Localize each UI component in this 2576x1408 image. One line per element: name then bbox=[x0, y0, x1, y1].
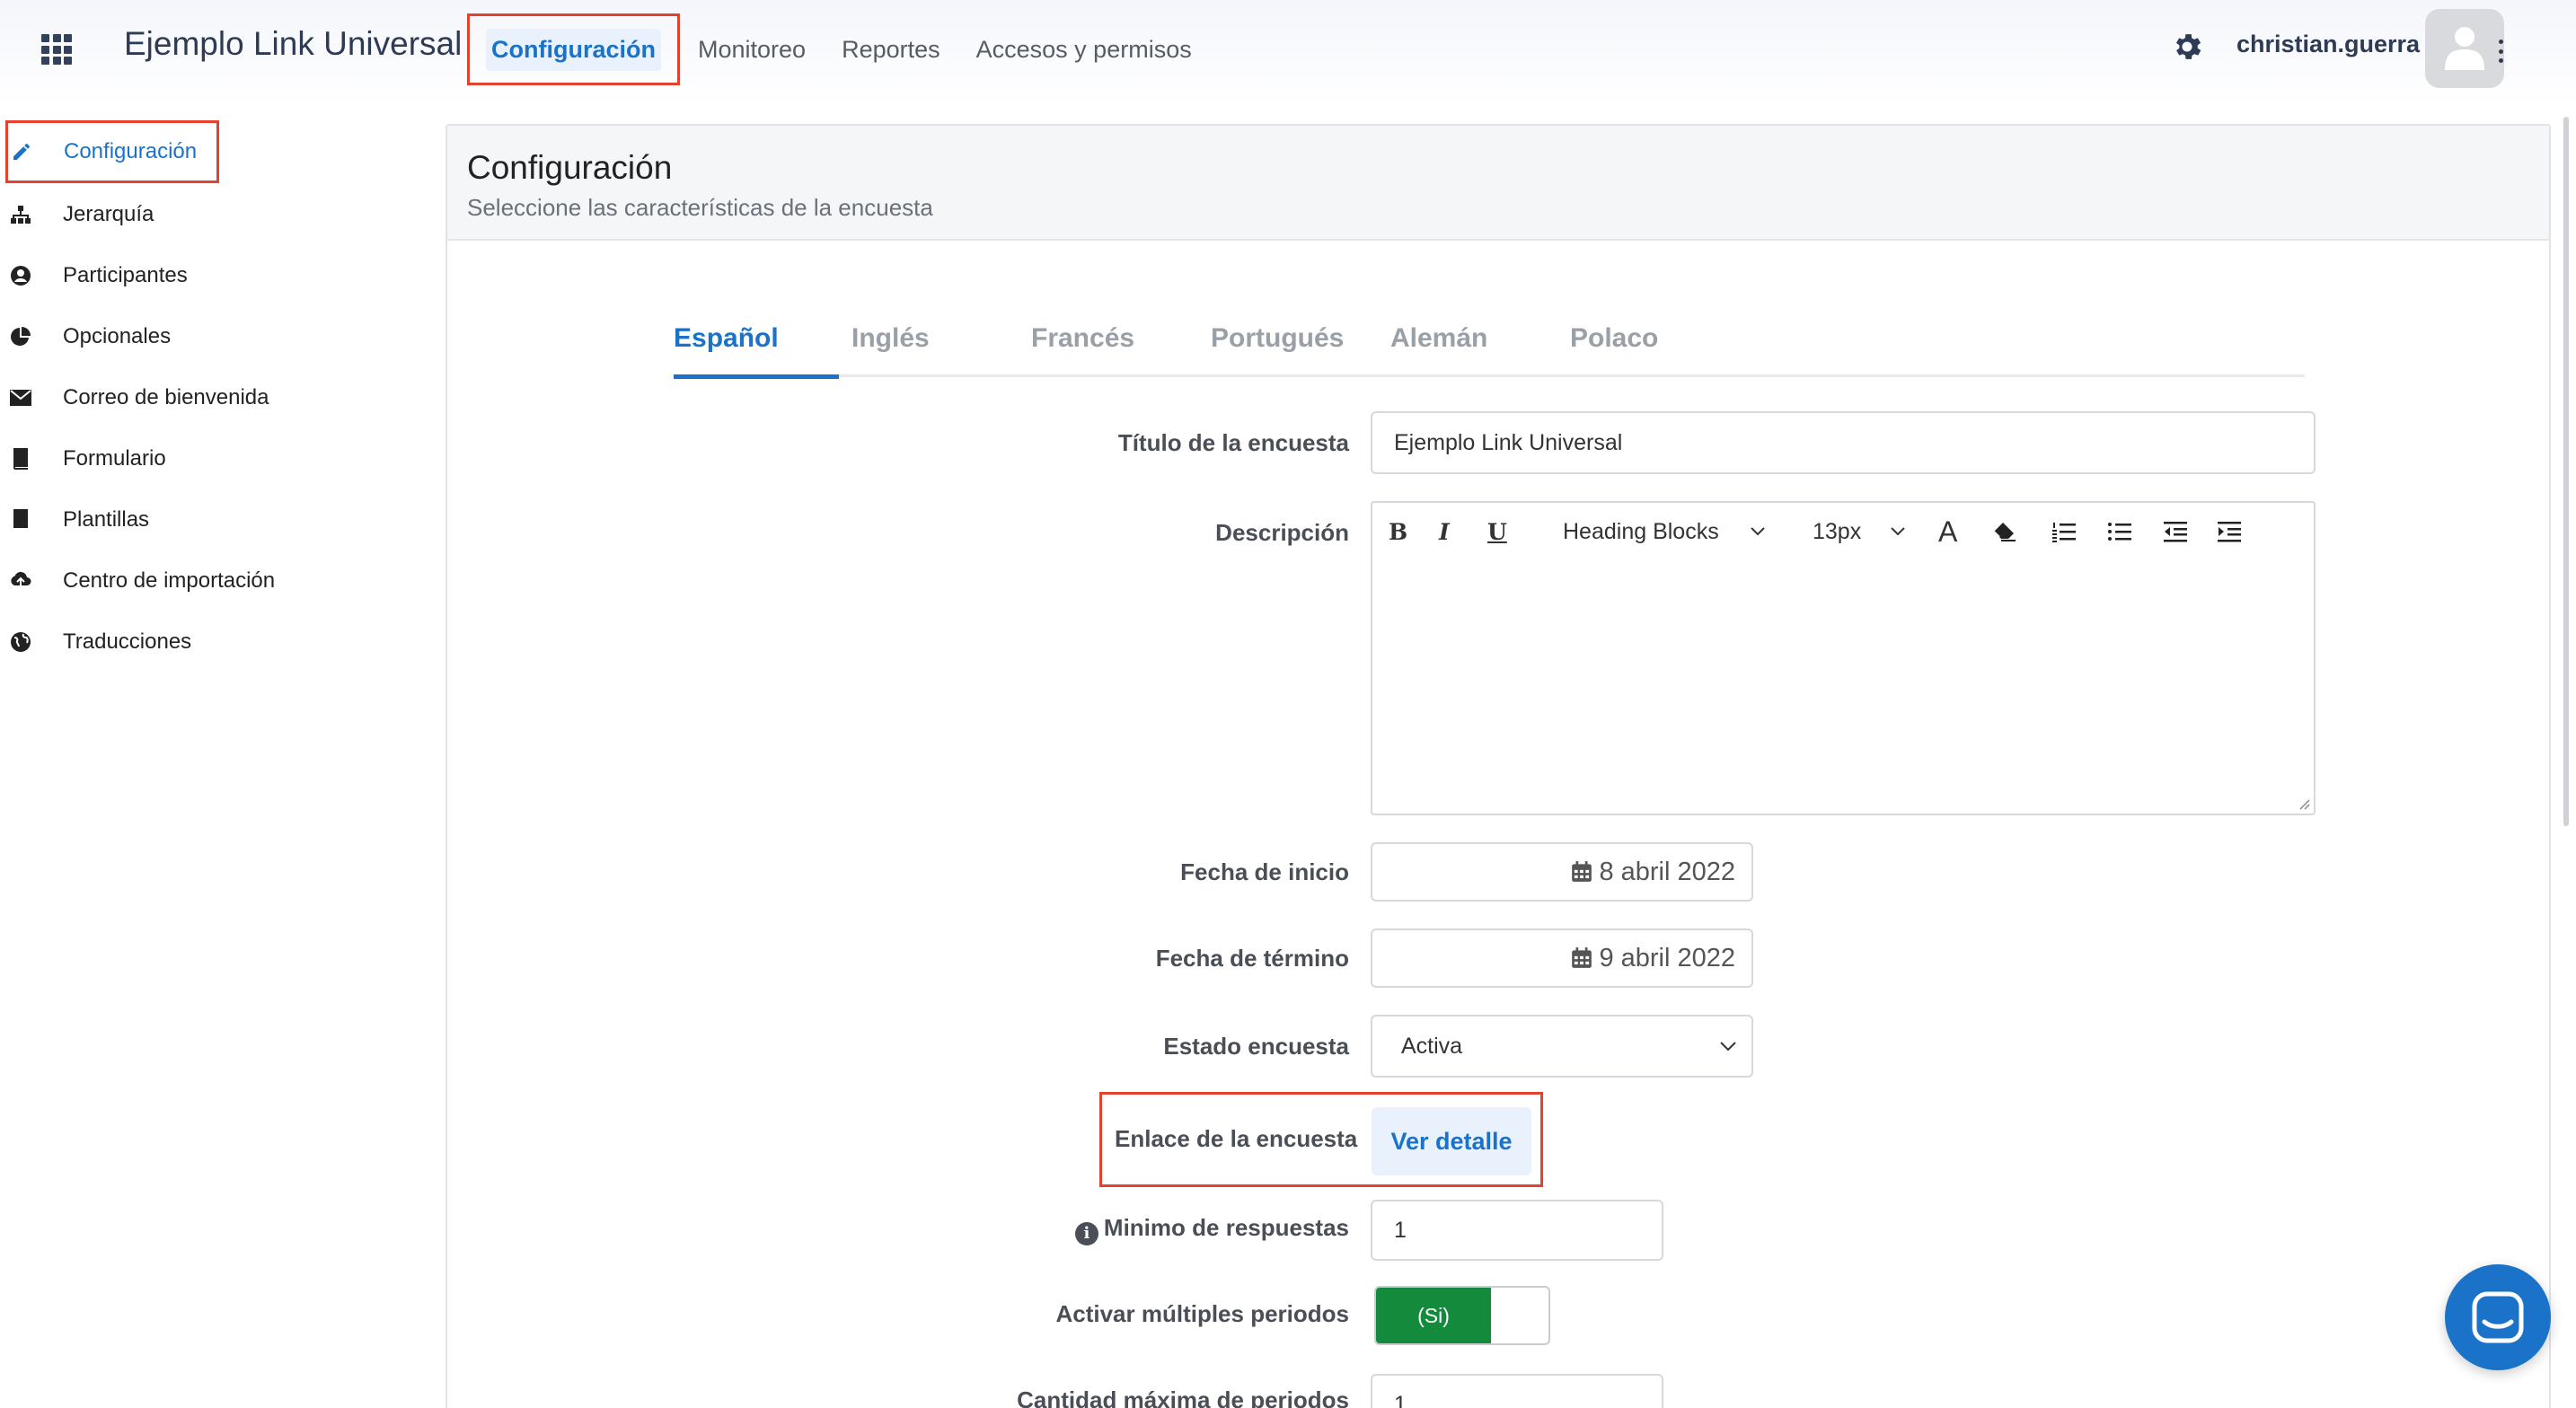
survey-link-row: Enlace de la encuesta Ver detalle bbox=[1099, 1092, 1543, 1187]
hierarchy-icon bbox=[9, 203, 32, 226]
start-date-input[interactable]: 8 abril 2022 bbox=[1371, 842, 1753, 902]
max-periods-label: Cantidad máxima de periodos bbox=[1017, 1386, 1349, 1408]
italic-button[interactable]: I bbox=[1439, 517, 1450, 546]
kebab-icon[interactable] bbox=[2495, 40, 2506, 63]
calendar-icon bbox=[1572, 861, 1592, 882]
sidebar-item-participantes[interactable]: Participantes bbox=[9, 253, 188, 298]
min-responses-input[interactable]: 1 bbox=[1371, 1200, 1663, 1261]
bullet-list-icon[interactable] bbox=[2107, 517, 2132, 546]
top-bar: Ejemplo Link Universal Configuración Mon… bbox=[0, 0, 2576, 104]
chevron-down-icon bbox=[1751, 527, 1765, 536]
language-tabs: Español Inglés Francés Portugués Alemán … bbox=[674, 323, 2305, 379]
resize-handle-icon[interactable] bbox=[2298, 797, 2310, 810]
apps-grid-icon[interactable] bbox=[41, 34, 72, 65]
sidebar-item-label: Traducciones bbox=[63, 629, 192, 654]
tab-polaco[interactable]: Polaco bbox=[1570, 323, 1658, 377]
sidebar-item-correo-bienvenida[interactable]: Correo de bienvenida bbox=[9, 375, 269, 420]
sidebar-item-label: Correo de bienvenida bbox=[63, 385, 269, 409]
underline-button[interactable]: U bbox=[1487, 517, 1507, 546]
nav-accesos-permisos[interactable]: Accesos y permisos bbox=[958, 36, 1210, 64]
panel-title: Configuración bbox=[467, 149, 673, 186]
max-periods-input[interactable]: 1 bbox=[1371, 1374, 1663, 1408]
title-label: Título de la encuesta bbox=[1117, 429, 1349, 456]
sidebar-item-label: Configuración bbox=[64, 139, 198, 163]
tab-portugues[interactable]: Portugués bbox=[1211, 323, 1344, 377]
config-panel: Configuración Seleccione las característ… bbox=[446, 124, 2551, 1408]
sidebar-item-jerarquia[interactable]: Jerarquía bbox=[9, 192, 154, 237]
multi-periods-toggle[interactable]: (Si) bbox=[1374, 1286, 1550, 1345]
sidebar-item-opcionales[interactable]: Opcionales bbox=[9, 314, 171, 359]
sidebar-item-label: Plantillas bbox=[63, 507, 150, 532]
ordered-list-icon[interactable] bbox=[2051, 517, 2077, 546]
book-icon bbox=[9, 447, 32, 471]
book-icon bbox=[9, 508, 32, 532]
nav-reportes[interactable]: Reportes bbox=[824, 36, 958, 64]
page-scrollbar[interactable] bbox=[2560, 117, 2572, 1408]
multi-periods-label: Activar múltiples periodos bbox=[1055, 1300, 1349, 1327]
sidebar-item-formulario[interactable]: Formulario bbox=[9, 436, 166, 481]
status-select[interactable]: Activa bbox=[1371, 1015, 1753, 1078]
gear-icon[interactable] bbox=[2170, 30, 2204, 64]
globe-icon bbox=[9, 630, 32, 654]
chat-icon bbox=[2472, 1291, 2524, 1343]
main-nav: Configuración Monitoreo Reportes Accesos… bbox=[467, 13, 1210, 85]
view-detail-button[interactable]: Ver detalle bbox=[1372, 1107, 1531, 1175]
description-label: Descripción bbox=[1215, 519, 1349, 546]
tab-frances[interactable]: Francés bbox=[1031, 323, 1134, 377]
indent-icon[interactable] bbox=[2217, 517, 2242, 546]
page: Ejemplo Link Universal Configuración Mon… bbox=[0, 0, 2576, 1408]
heading-select[interactable]: Heading Blocks bbox=[1563, 517, 1796, 546]
tab-espanol[interactable]: Español bbox=[674, 323, 839, 379]
survey-title-input[interactable]: Ejemplo Link Universal bbox=[1371, 411, 2316, 474]
survey-link-label: Enlace de la encuesta bbox=[1115, 1125, 1358, 1152]
nav-monitoreo[interactable]: Monitoreo bbox=[680, 36, 824, 64]
sidebar-item-traducciones[interactable]: Traducciones bbox=[9, 620, 191, 664]
info-icon[interactable]: i bbox=[1074, 1222, 1098, 1245]
username[interactable]: christian.guerra bbox=[2236, 31, 2420, 58]
sidebar-item-centro-importacion[interactable]: Centro de importación bbox=[9, 559, 275, 603]
pencil-icon bbox=[10, 140, 33, 163]
end-date-label: Fecha de término bbox=[1155, 945, 1349, 972]
avatar-icon[interactable] bbox=[2425, 9, 2504, 88]
tab-ingles[interactable]: Inglés bbox=[851, 323, 930, 377]
nav-configuracion[interactable]: Configuración bbox=[467, 13, 680, 85]
description-editor: B I U Heading Blocks 13px A bbox=[1371, 501, 2316, 815]
sidebar-item-plantillas[interactable]: Plantillas bbox=[9, 497, 149, 542]
chat-widget-button[interactable] bbox=[2445, 1264, 2551, 1370]
chevron-down-icon bbox=[1720, 1042, 1736, 1052]
sidebar-item-label: Centro de importación bbox=[63, 568, 276, 593]
chevron-down-icon bbox=[1891, 527, 1905, 536]
editor-toolbar: B I U Heading Blocks 13px A bbox=[1372, 503, 2314, 560]
sidebar-item-configuracion[interactable]: Configuración bbox=[5, 120, 220, 183]
toggle-on-label: (Si) bbox=[1376, 1288, 1491, 1343]
sidebar-item-label: Participantes bbox=[63, 263, 188, 287]
cloud-upload-icon bbox=[9, 569, 32, 593]
status-label: Estado encuesta bbox=[1163, 1033, 1349, 1060]
envelope-icon bbox=[9, 386, 32, 409]
panel-header: Configuración Seleccione las característ… bbox=[447, 126, 2549, 241]
bold-button[interactable]: B bbox=[1389, 517, 1407, 546]
min-responses-label: i Minimo de respuestas bbox=[1074, 1214, 1349, 1245]
font-size-select[interactable]: 13px bbox=[1813, 517, 1920, 546]
eraser-icon[interactable] bbox=[1992, 517, 2017, 546]
end-date-input[interactable]: 9 abril 2022 bbox=[1371, 928, 1753, 988]
sidebar-item-label: Jerarquía bbox=[63, 202, 154, 226]
outdent-icon[interactable] bbox=[2163, 517, 2188, 546]
user-icon bbox=[9, 264, 32, 287]
font-color-button[interactable]: A bbox=[1938, 515, 1957, 548]
panel-subtitle: Seleccione las características de la enc… bbox=[467, 194, 933, 221]
start-date-label: Fecha de inicio bbox=[1180, 858, 1349, 885]
sidebar-item-label: Opcionales bbox=[63, 324, 172, 348]
pie-chart-icon bbox=[9, 325, 32, 348]
tab-aleman[interactable]: Alemán bbox=[1390, 323, 1487, 377]
calendar-icon bbox=[1572, 947, 1592, 968]
app-title: Ejemplo Link Universal bbox=[124, 25, 463, 62]
sidebar-item-label: Formulario bbox=[63, 446, 166, 471]
